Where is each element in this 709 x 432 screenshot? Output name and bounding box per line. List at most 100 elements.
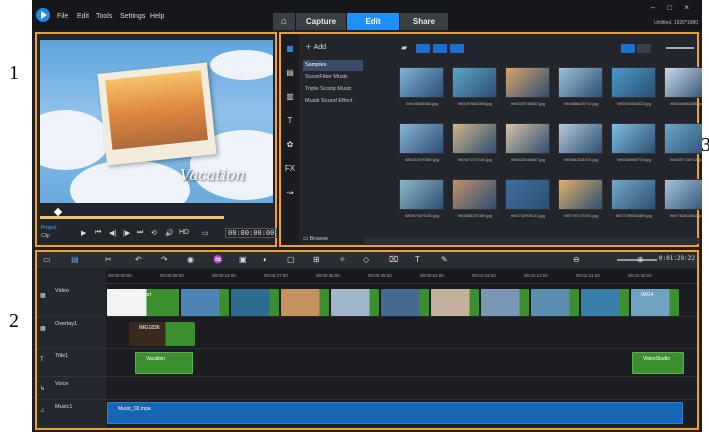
media-thumbnail[interactable] [399,179,444,210]
home-icon[interactable]: ⌂ [273,13,295,30]
subtitle-icon[interactable]: ▢ [287,255,295,264]
redo-icon[interactable]: ↷ [161,255,168,264]
media-thumbnail[interactable] [664,179,702,210]
video-clip[interactable]: Travel 01_Start [107,289,179,316]
auto-music-icon[interactable]: ◇ [363,255,369,264]
tab-capture[interactable]: Capture [296,13,346,30]
tab-edit[interactable]: Edit [347,13,399,30]
home-button[interactable]: ⏮ [95,229,101,237]
storyboard-view-icon[interactable]: ▭ [43,255,51,264]
filter-video-button[interactable] [416,44,430,53]
timeline-ruler[interactable]: 00:00:00:00 00:00:09:00 00:00:18:00 00:00:2… [106,270,697,284]
instant-project-icon[interactable]: ▤ [284,68,296,78]
media-thumbnail[interactable] [452,67,497,98]
video-clip[interactable] [581,289,629,316]
zoom-out-icon[interactable]: ⊖ [573,255,580,264]
path-icon[interactable]: ↝ [284,188,296,198]
media-thumbnail[interactable] [399,123,444,154]
category-samples[interactable]: Samples [303,60,363,71]
media-thumbnail[interactable] [664,67,702,98]
menu-edit[interactable]: Edit [77,13,89,20]
folder-icon[interactable]: ▰ [401,43,407,52]
fit-icon[interactable]: ⊕ [637,255,644,264]
media-thumbnail[interactable] [664,123,702,154]
menu-file[interactable]: File [57,13,68,20]
filter-fx-icon[interactable]: FX [284,164,296,174]
track-header[interactable]: T Title1 [37,349,106,377]
track-header[interactable]: ▦ Video [37,284,106,317]
track-manager[interactable] [37,270,106,284]
aspect-icon[interactable]: ▭ [202,229,209,237]
title-clip[interactable]: VideoStudio [632,352,684,374]
media-thumbnail[interactable] [611,179,656,210]
category-triple-scoop[interactable]: Triple Scoop Music [303,84,363,95]
music-clip[interactable]: Music_02.mpa [107,402,683,424]
media-thumbnail[interactable] [611,123,656,154]
library-scrollbar[interactable] [365,238,700,244]
cut-icon[interactable]: ✂ [105,255,112,264]
video-clip[interactable] [231,289,279,316]
repeat-button[interactable]: ⟲ [151,229,157,237]
media-thumbnail[interactable] [505,67,550,98]
window-controls[interactable]: – □ × [651,3,694,12]
video-clip[interactable] [381,289,429,316]
filter-photo-button[interactable] [433,44,447,53]
media-thumbnail[interactable] [558,179,603,210]
track-header[interactable]: ♫ Music1 [37,400,106,428]
split-screen-icon[interactable]: ⌧ [389,255,398,264]
scrub-bar[interactable] [40,216,224,219]
prev-frame-button[interactable]: ◀| [109,229,116,237]
media-thumbnail[interactable] [505,179,550,210]
media-thumbnail[interactable] [452,123,497,154]
category-scorefitter[interactable]: ScoreFitter Music [303,72,363,83]
tracking-icon[interactable]: ✧ [339,255,346,264]
play-button[interactable]: ▶ [81,229,86,237]
media-thumbnail[interactable] [558,123,603,154]
timecode-display[interactable]: 00:00:00:00 [225,228,278,238]
undo-icon[interactable]: ↶ [135,255,142,264]
hd-toggle[interactable]: HD [179,229,189,236]
video-clip[interactable] [181,289,229,316]
video-clip[interactable] [531,289,579,316]
scrub-handle[interactable] [53,207,63,217]
video-clip[interactable] [331,289,379,316]
project-mode-label[interactable]: Project [41,225,57,231]
track-lane[interactable] [106,377,697,400]
transition-icon[interactable]: ▥ [284,92,296,102]
volume-icon[interactable]: 🔊 [165,229,174,237]
thumb-size-slider[interactable] [666,47,694,49]
video-clip[interactable] [481,289,529,316]
view-list-button[interactable] [621,44,635,53]
category-sound-effect[interactable]: Musik Sound Effect [303,96,363,107]
tab-share[interactable]: Share [400,13,448,30]
video-clip[interactable]: IMG4 [631,289,679,316]
browse-button[interactable]: ▭ Browse [303,236,328,242]
track-lane[interactable] [106,349,697,377]
graphic-icon[interactable]: ✿ [284,140,296,150]
add-button[interactable]: ＋ Add [305,42,326,52]
title-icon[interactable]: T [415,255,420,264]
motion-icon[interactable]: ▣ [239,255,247,264]
menu-settings[interactable]: Settings [120,13,145,20]
media-thumbnail[interactable] [558,67,603,98]
end-button[interactable]: ⏭ [137,229,143,237]
timeline-view-icon[interactable]: ▤ [71,255,79,264]
multicam-icon[interactable]: ⊞ [313,255,320,264]
video-clip[interactable] [431,289,479,316]
video-clip[interactable] [281,289,329,316]
audio-mixer-icon[interactable]: ♒ [213,255,223,264]
paint-icon[interactable]: ✎ [441,255,448,264]
media-thumbnail[interactable] [452,179,497,210]
title-tool-icon[interactable]: T [284,116,296,126]
preview-window[interactable]: Vacation [40,40,273,203]
mask-icon[interactable]: ◐ [263,255,268,264]
next-frame-button[interactable]: |▶ [123,229,130,237]
media-thumbnail[interactable] [505,123,550,154]
overlay-clip[interactable]: IMG1836 [129,322,195,346]
track-header[interactable]: ↳ Voice [37,377,106,400]
media-thumbnail[interactable] [611,67,656,98]
view-thumb-button[interactable] [637,44,651,53]
menu-tools[interactable]: Tools [96,13,112,20]
media-thumbnail[interactable] [399,67,444,98]
track-header[interactable]: ▦ Overlay1 [37,317,106,349]
